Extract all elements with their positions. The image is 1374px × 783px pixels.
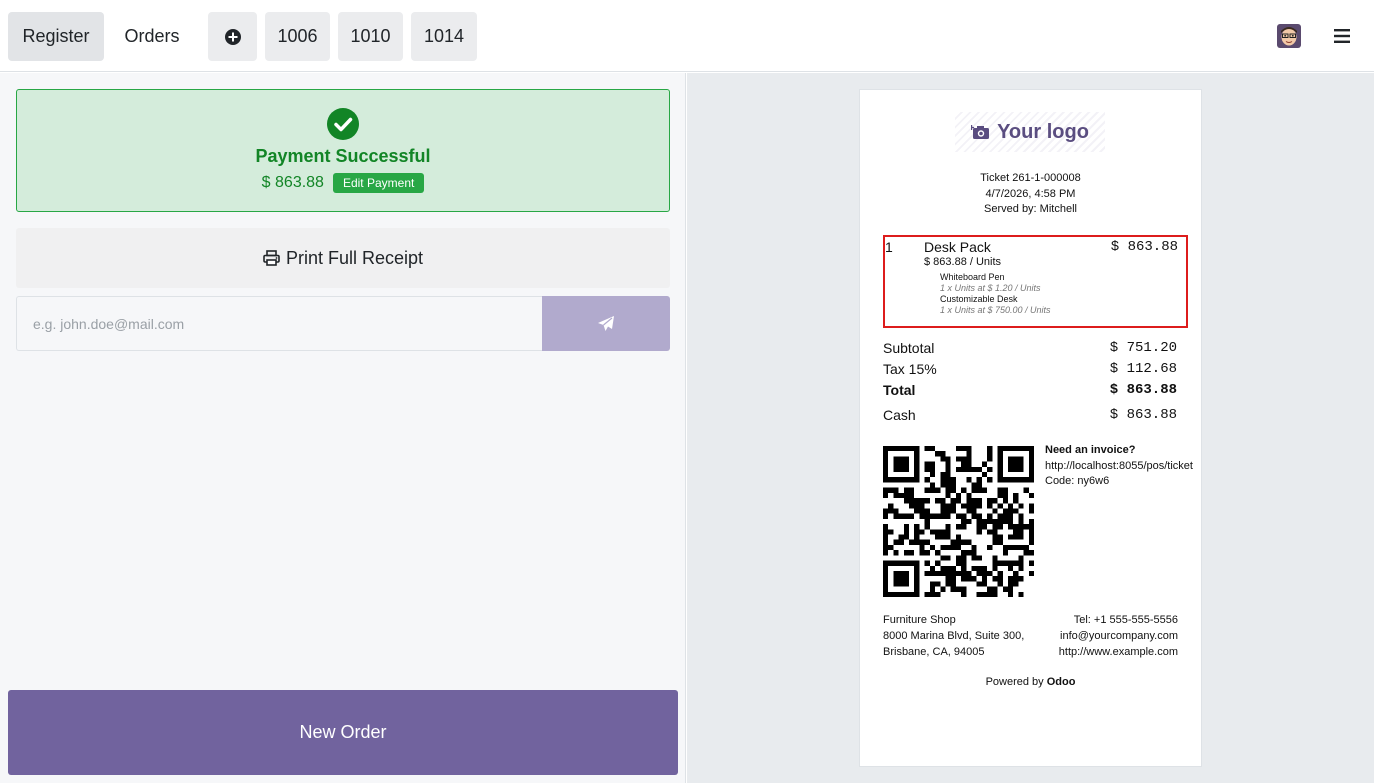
tax-row: Tax 15% $ 112.68 (883, 361, 1177, 377)
line-price: $ 863.88 (1110, 239, 1178, 255)
line-qty: 1 (885, 239, 893, 255)
menu-button[interactable] (1330, 24, 1354, 48)
ticket-number: Ticket 261-1-000008 (980, 172, 1081, 184)
send-email-button[interactable] (542, 296, 670, 351)
printer-icon (263, 250, 280, 266)
top-navbar: Register Orders 1006 1010 1014 (0, 0, 1374, 72)
invoice-code: Code: ny6w6 (1045, 475, 1110, 487)
user-avatar[interactable] (1277, 24, 1301, 48)
tax-value: $ 112.68 (1109, 361, 1177, 377)
company-website: http://www.example.com (1058, 646, 1178, 658)
logo-text: Your logo (997, 120, 1089, 143)
total-value: $ 863.88 (1109, 382, 1177, 398)
line-product-name: Desk Pack (924, 239, 991, 255)
subtotal-row: Subtotal $ 751.20 (883, 340, 1177, 356)
company-contact: Tel: +1 555-555-5556 info@yourcompany.co… (1059, 612, 1178, 660)
new-order-button[interactable]: New Order (8, 690, 678, 775)
hamburger-icon (1334, 29, 1350, 43)
company-address: Furniture Shop 8000 Marina Blvd, Suite 3… (883, 612, 1024, 660)
powered-by-prefix: Powered by (985, 676, 1044, 688)
invoice-title: Need an invoice? (1045, 444, 1136, 456)
avatar-icon (1277, 24, 1301, 48)
combo-item-detail: 1 x Units at $ 1.20 / Units (940, 283, 1041, 293)
receipt-header: Ticket 261-1-000008 4/7/2026, 4:58 PM Se… (860, 171, 1201, 218)
subtotal-label: Subtotal (883, 340, 935, 356)
subtotal-value: $ 751.20 (1109, 340, 1177, 356)
company-logo: Your logo (955, 112, 1105, 152)
powered-by: Powered by Odoo (860, 676, 1201, 688)
order-tab-1014[interactable]: 1014 (411, 12, 477, 61)
invoice-info: Need an invoice? http://localhost:8055/p… (1045, 443, 1193, 490)
payment-success-box: Payment Successful $ 863.88 Edit Payment (16, 89, 670, 212)
check-circle-icon (327, 108, 359, 140)
company-address-line2: Brisbane, CA, 94005 (883, 646, 985, 658)
company-email: info@yourcompany.com (1060, 630, 1178, 642)
order-tab-1010[interactable]: 1010 (338, 12, 403, 61)
paper-plane-icon (598, 315, 614, 331)
payment-amount: $ 863.88 (261, 174, 324, 191)
order-line: 1 Desk Pack $ 863.88 $ 863.88 / Units Wh… (883, 235, 1188, 328)
payment-amount-row: $ 863.88 Edit Payment (17, 173, 669, 193)
company-name: Furniture Shop (883, 614, 956, 626)
register-button[interactable]: Register (8, 12, 104, 61)
line-unit-price: $ 863.88 / Units (924, 256, 1002, 268)
company-address-line1: 8000 Marina Blvd, Suite 300, (883, 630, 1025, 642)
total-row: Total $ 863.88 (883, 382, 1177, 398)
plus-circle-icon (224, 28, 241, 45)
ticket-datetime: 4/7/2026, 4:58 PM (985, 187, 1076, 200)
cash-value: $ 863.88 (1109, 407, 1177, 423)
edit-payment-button[interactable]: Edit Payment (332, 173, 425, 193)
combo-item-detail: 1 x Units at $ 750.00 / Units (940, 305, 1051, 315)
cash-row: Cash $ 863.88 (883, 407, 1177, 423)
receipt: Your logo Ticket 261-1-000008 4/7/2026, … (859, 89, 1202, 767)
orders-button[interactable]: Orders (112, 12, 192, 61)
add-order-button[interactable] (208, 12, 257, 61)
print-receipt-label: Print Full Receipt (285, 247, 424, 268)
company-phone: Tel: +1 555-555-5556 (1073, 614, 1178, 626)
payment-panel: Payment Successful $ 863.88 Edit Payment… (0, 73, 686, 783)
served-by: Served by: Mitchell (984, 203, 1077, 215)
receipt-panel: Your logo Ticket 261-1-000008 4/7/2026, … (687, 73, 1374, 783)
combo-item-name: Customizable Desk (940, 294, 1018, 304)
order-tab-1006[interactable]: 1006 (265, 12, 330, 61)
payment-status-title: Payment Successful (255, 146, 431, 166)
camera-plus-icon (971, 124, 990, 139)
invoice-url[interactable]: http://localhost:8055/pos/ticket (1045, 459, 1193, 475)
powered-by-brand: Odoo (1046, 676, 1076, 688)
total-label: Total (883, 382, 916, 398)
combo-item-name: Whiteboard Pen (940, 272, 1005, 282)
invoice-qr-code (883, 446, 1034, 597)
tax-label: Tax 15% (883, 361, 937, 377)
print-receipt-button[interactable]: Print Full Receipt (16, 228, 670, 288)
email-input[interactable] (16, 296, 543, 351)
cash-label: Cash (883, 407, 916, 423)
